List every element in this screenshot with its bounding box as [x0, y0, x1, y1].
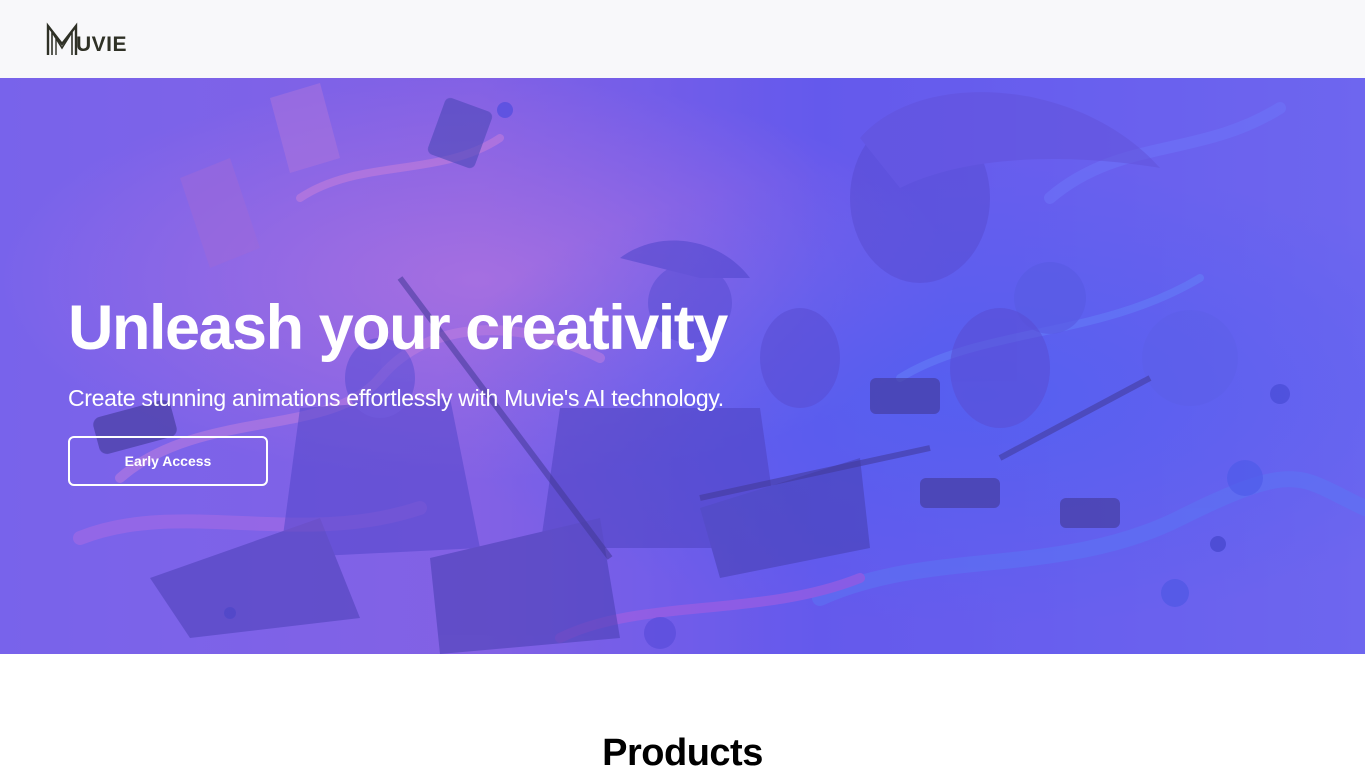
- top-navbar: UVIE: [0, 0, 1365, 78]
- hero-subtitle: Create stunning animations effortlessly …: [68, 385, 724, 411]
- products-section-title: Products: [602, 732, 763, 768]
- early-access-button[interactable]: Early Access: [68, 436, 268, 486]
- hero-section: Unleash your creativity Create stunning …: [0, 78, 1365, 654]
- muvie-logo[interactable]: UVIE: [46, 22, 127, 56]
- logo-text: UVIE: [76, 33, 128, 56]
- hero-title: Unleash your creativity: [68, 293, 728, 363]
- muvie-m-logo-icon: [46, 22, 78, 55]
- hero-background-image: [0, 78, 1365, 654]
